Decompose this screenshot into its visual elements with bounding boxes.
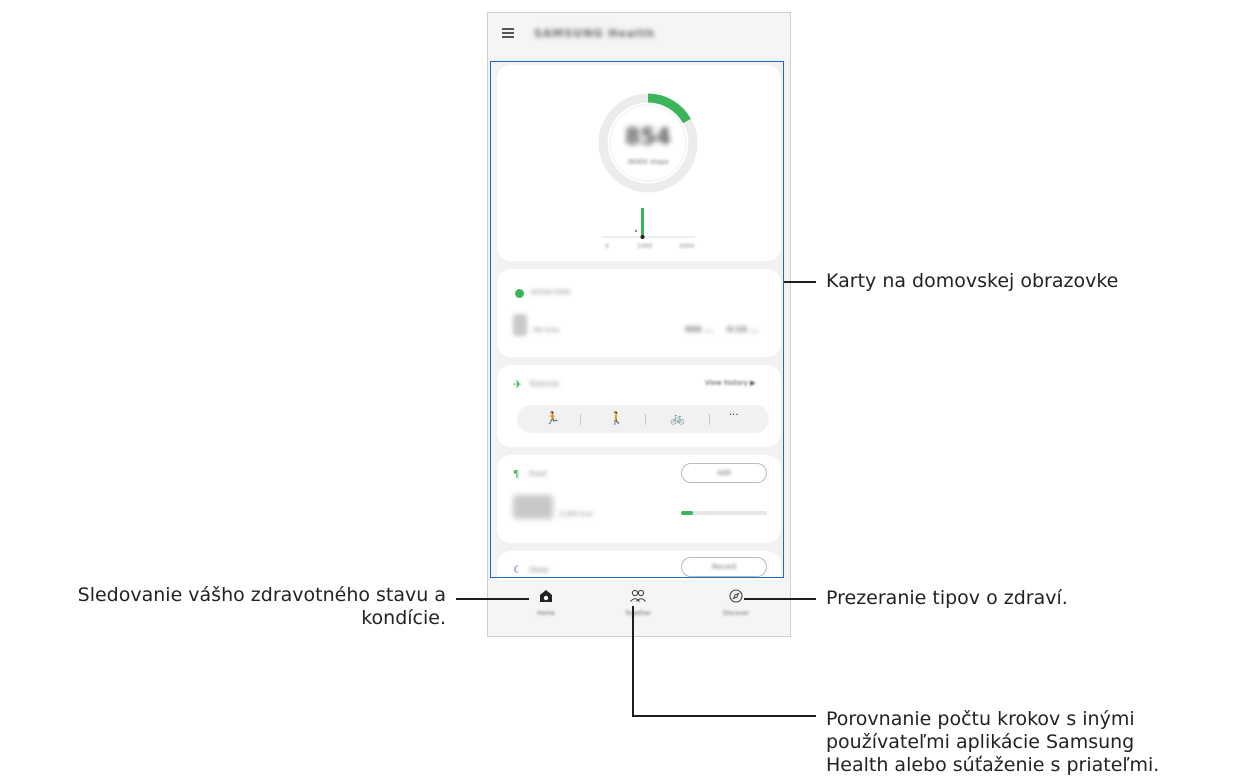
walking-icon[interactable]: 🚶 [609,411,624,425]
callout-line-home [456,598,529,600]
compass-icon [729,589,743,603]
steps-chart-label: 2000 [679,243,695,250]
sleep-title: Sleep [529,566,549,574]
callout-line-cards [784,281,816,283]
sleep-record-label: Record [711,563,737,571]
steps-ring: 854 /6000 steps [595,90,701,196]
food-unit: /1,850 kcal [559,511,593,518]
divider [580,414,581,425]
active-time-stat: 000 ... [685,325,714,334]
food-card[interactable]: ¶ Food Add /1,850 kcal [497,455,781,543]
callout-line-discover [744,598,816,600]
steps-bar [641,208,644,236]
callout-together-line: Porovnanie počtu krokov s inými [826,708,1135,730]
view-history-label: View history ▶ [705,379,756,387]
callout-home-line: kondície. [361,607,446,629]
nav-home[interactable]: Home [516,588,576,617]
food-icon: ¶ [513,469,520,480]
food-title: Food [529,470,546,478]
callout-home-line: Sledovanie vášho zdravotného stavu a [77,584,446,606]
app-bar: SAMSUNG Health [488,13,790,59]
exercise-title: Exercise [530,380,560,388]
callout-home: Sledovanie vášho zdravotného stavu a kon… [0,584,446,630]
active-time-card[interactable]: Active time /90 mins 000 ... 0:10 ... [497,269,781,357]
exercise-activity-bar: 🏃 🚶 🚲 ··· [517,405,769,433]
divider [709,414,710,425]
nav-home-label: Home [537,610,555,617]
active-time-unit: /90 mins [533,327,560,334]
bottom-nav: Home Together Discover [488,580,790,636]
steps-chart-label: 1000 [637,243,653,250]
active-time-icon [515,289,524,298]
running-icon[interactable]: 🏃 [545,411,560,425]
callout-line-together-horizontal [632,715,816,717]
active-time-stat: 0:10 ... [727,325,759,334]
people-icon [630,589,646,602]
view-history-link[interactable]: View history ▶ [705,379,756,387]
exercise-icon: ✈ [513,378,523,391]
nav-discover-label: Discover [722,610,750,617]
steps-marker [640,235,645,239]
food-progress-fill [681,511,693,515]
steps-goal: /6000 steps [627,158,669,166]
nav-discover[interactable]: Discover [706,588,766,617]
food-add-label: Add [717,469,731,477]
exercise-card[interactable]: ✈ Exercise View history ▶ 🏃 🚶 🚲 ··· [497,365,781,447]
food-progress-track [681,511,767,515]
callout-together: Porovnanie počtu krokov s inými používat… [826,708,1159,777]
callout-together-line: Health alebo súťaženie s priateľmi. [826,754,1160,776]
hamburger-menu-icon[interactable] [502,28,514,38]
more-icon[interactable]: ··· [729,410,739,421]
callout-cards: Karty na domovskej obrazovke [826,270,1119,292]
divider [645,414,646,425]
app-title: SAMSUNG Health [534,27,656,40]
food-add-button[interactable]: Add [681,463,767,483]
steps-count: 854 [625,125,671,150]
active-time-title: Active time [531,288,571,296]
moon-icon: ☾ [513,565,522,576]
steps-chart-label: 0 [605,243,609,250]
callout-together-line: používateľmi aplikácie Samsung [826,731,1135,753]
food-value [513,495,553,519]
steps-card[interactable]: 854 /6000 steps 0 1000 2000 [497,65,781,261]
callout-discover: Prezeranie tipov o zdraví. [826,587,1068,609]
active-time-value [513,314,527,336]
callout-line-together-vertical [632,606,634,717]
nav-together-label: Together [624,610,652,617]
phone-screen: SAMSUNG Health 854 /6000 steps 0 1000 20… [487,12,791,637]
nav-together[interactable]: Together [608,588,668,617]
sleep-record-button[interactable]: Record [681,557,767,577]
cycling-icon[interactable]: 🚲 [670,411,685,425]
home-icon [540,590,552,602]
